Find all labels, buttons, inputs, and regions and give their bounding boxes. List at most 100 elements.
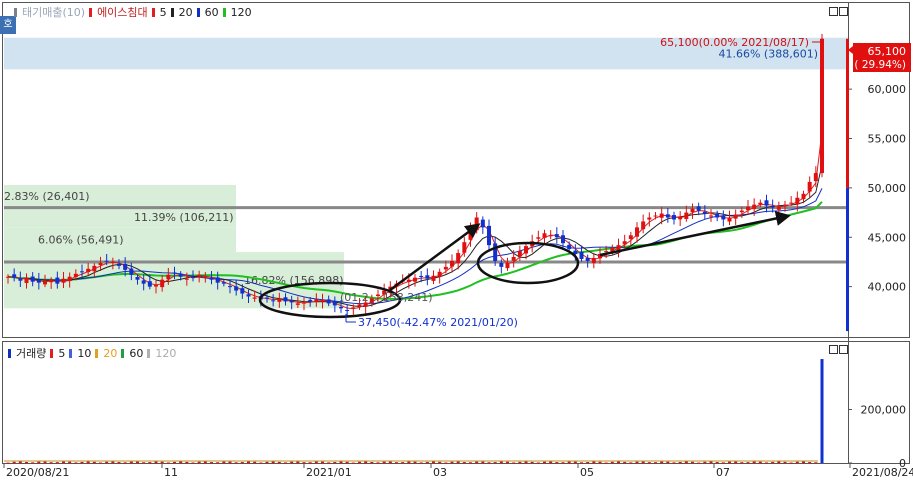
candle-body xyxy=(678,216,683,220)
candle-body xyxy=(431,275,436,281)
volume-bar xyxy=(179,461,183,463)
volume-bar xyxy=(789,462,793,464)
volume-bar xyxy=(617,461,620,463)
price-minimize-button[interactable] xyxy=(829,7,838,16)
candle-body xyxy=(197,274,202,277)
volume-bar xyxy=(499,461,503,463)
volume-bar xyxy=(43,461,47,463)
volume-bar xyxy=(228,461,232,463)
day-range-up-bar xyxy=(846,38,849,188)
volume-bar xyxy=(327,462,331,464)
volume-bar xyxy=(419,462,423,464)
vma120-legend-label: 120 xyxy=(155,346,177,360)
candle-body xyxy=(178,273,183,277)
candle-body xyxy=(672,215,676,220)
candle-body xyxy=(696,206,701,211)
candle-body xyxy=(690,208,695,213)
volume-bar xyxy=(425,461,429,463)
high-price-annotation: 65,100(0.00% 2021/08/17) xyxy=(660,36,809,49)
volume-bar xyxy=(197,461,201,463)
volume-bar xyxy=(339,461,343,463)
candle-body xyxy=(437,271,442,277)
candle-body xyxy=(462,242,467,253)
candle-body xyxy=(487,225,491,246)
vma60-swatch-icon xyxy=(121,348,125,358)
volume-bar xyxy=(728,461,731,463)
volume-bar xyxy=(290,461,294,463)
volume-bar xyxy=(253,461,257,463)
side-tag-label: 호 xyxy=(3,19,13,30)
volume-minimize-button[interactable] xyxy=(829,345,838,354)
candle-body xyxy=(733,214,738,219)
volume-bar xyxy=(740,462,744,464)
volume-bar xyxy=(450,461,454,463)
volume-bar xyxy=(277,461,281,463)
volume-bar xyxy=(74,462,78,464)
candle-body xyxy=(727,217,732,222)
candle-body xyxy=(191,277,195,279)
ma20-swatch-icon xyxy=(170,7,174,17)
volume-bar xyxy=(660,461,664,463)
vma60-legend-label: 60 xyxy=(129,346,144,360)
volume-bar xyxy=(765,462,768,464)
ma120-swatch-icon xyxy=(222,7,226,17)
candle-body xyxy=(499,262,504,267)
volume-bar xyxy=(604,462,608,464)
trend-arrow xyxy=(599,211,791,257)
candle-body xyxy=(129,268,134,275)
candle-body xyxy=(517,251,522,257)
volume-bar xyxy=(25,461,28,463)
candle-body xyxy=(456,253,461,264)
x-axis-tick-label: 07 xyxy=(716,466,730,478)
volume-bar xyxy=(795,461,799,463)
volume-profile-label: 11.39% (106,211) xyxy=(134,211,234,224)
volume-bar xyxy=(752,461,756,463)
volume-axis-tick-label: 200,000 xyxy=(861,404,907,417)
candle-body xyxy=(36,279,41,283)
volume-bar xyxy=(210,462,213,464)
candle-body xyxy=(98,262,103,266)
volume-bar xyxy=(512,462,516,464)
ma60-swatch-icon xyxy=(196,7,200,17)
candle-body xyxy=(561,235,565,244)
volume-bar xyxy=(203,461,207,463)
volume-bar xyxy=(117,462,121,464)
x-axis-tick-label: 2020/08/21 xyxy=(6,466,69,478)
candle-body xyxy=(283,297,288,302)
volume-bar xyxy=(271,461,275,463)
candle-body xyxy=(752,204,757,210)
price-legend-name: 에이스침대 xyxy=(97,6,148,19)
candle-body xyxy=(302,302,306,304)
volume-bar xyxy=(518,461,522,463)
price-axis-tick-label: 50,000 xyxy=(868,182,907,195)
volume-bar xyxy=(92,461,96,463)
current-price-label: 65,100 xyxy=(868,45,907,58)
volume-bar xyxy=(31,462,35,464)
x-axis-tick-label: 2021/08/24 xyxy=(852,466,913,478)
candle-body xyxy=(43,280,47,285)
candle-body xyxy=(536,237,541,239)
volume-bar xyxy=(802,461,805,463)
volume-bar xyxy=(407,461,411,463)
price-maximize-button[interactable] xyxy=(839,7,848,16)
volume-bar xyxy=(721,462,725,464)
volume-maximize-button[interactable] xyxy=(839,345,848,354)
candle-body xyxy=(443,266,448,270)
vma5-swatch-icon xyxy=(50,348,54,358)
volume-bar xyxy=(543,461,546,463)
candle-body xyxy=(480,219,485,228)
volume-bar xyxy=(314,461,318,463)
volume-bar xyxy=(610,461,614,463)
candle-body xyxy=(419,275,424,277)
volume-bar xyxy=(777,461,781,463)
volume-bar xyxy=(401,462,405,464)
volume-bar xyxy=(302,462,306,464)
vma120-swatch-icon xyxy=(147,348,151,358)
candle-body xyxy=(252,297,257,299)
volume-legend: 거래량 5 10 20 60 120 xyxy=(8,345,176,361)
volume-bar xyxy=(376,462,380,464)
candle-body xyxy=(647,217,652,220)
x-axis-tick-label: 11 xyxy=(164,466,178,478)
candle-body xyxy=(246,294,251,297)
candle-body xyxy=(721,215,726,220)
